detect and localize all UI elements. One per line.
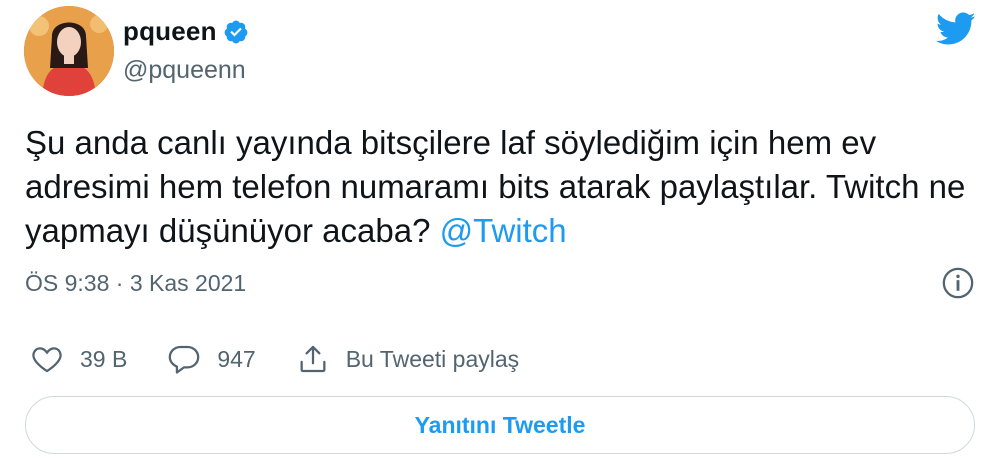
like-count: 39 B [80,345,128,372]
tweet-date: 3 Kas 2021 [129,270,247,296]
action-bar: 39 B 947 Bu Tweeti paylaş [30,342,559,376]
tweet-text: Şu anda canlı yayında bitsçilere laf söy… [25,121,985,253]
verified-badge-icon [224,20,248,43]
share-button[interactable]: Bu Tweeti paylaş [296,342,519,376]
avatar[interactable] [24,6,114,96]
reply-bubble-icon [169,345,200,374]
name-row: pqueen [123,16,249,47]
reply-button[interactable]: 947 [167,342,256,376]
tweet-reply-button[interactable]: Yanıtını Tweetle [25,396,975,454]
like-button[interactable]: 39 B [30,342,127,376]
display-name[interactable]: pqueen [123,16,217,47]
share-icon [300,345,326,373]
tweet-time: ÖS 9:38 [25,270,110,296]
info-icon[interactable] [941,266,975,300]
meta-separator: · [115,270,124,296]
tweet-timestamp[interactable]: ÖS 9:38 · 3 Kas 2021 [25,270,246,297]
share-label: Bu Tweeti paylaş [345,345,520,372]
user-handle[interactable]: @pqueenn [123,56,246,85]
avatar-image [24,6,114,96]
mention-link[interactable]: @Twitch [440,212,567,249]
twitter-bird-icon[interactable] [936,12,976,46]
reply-count: 947 [217,345,256,372]
heart-icon [32,347,62,373]
tweet-reply-label: Yanıtını Tweetle [414,411,586,438]
